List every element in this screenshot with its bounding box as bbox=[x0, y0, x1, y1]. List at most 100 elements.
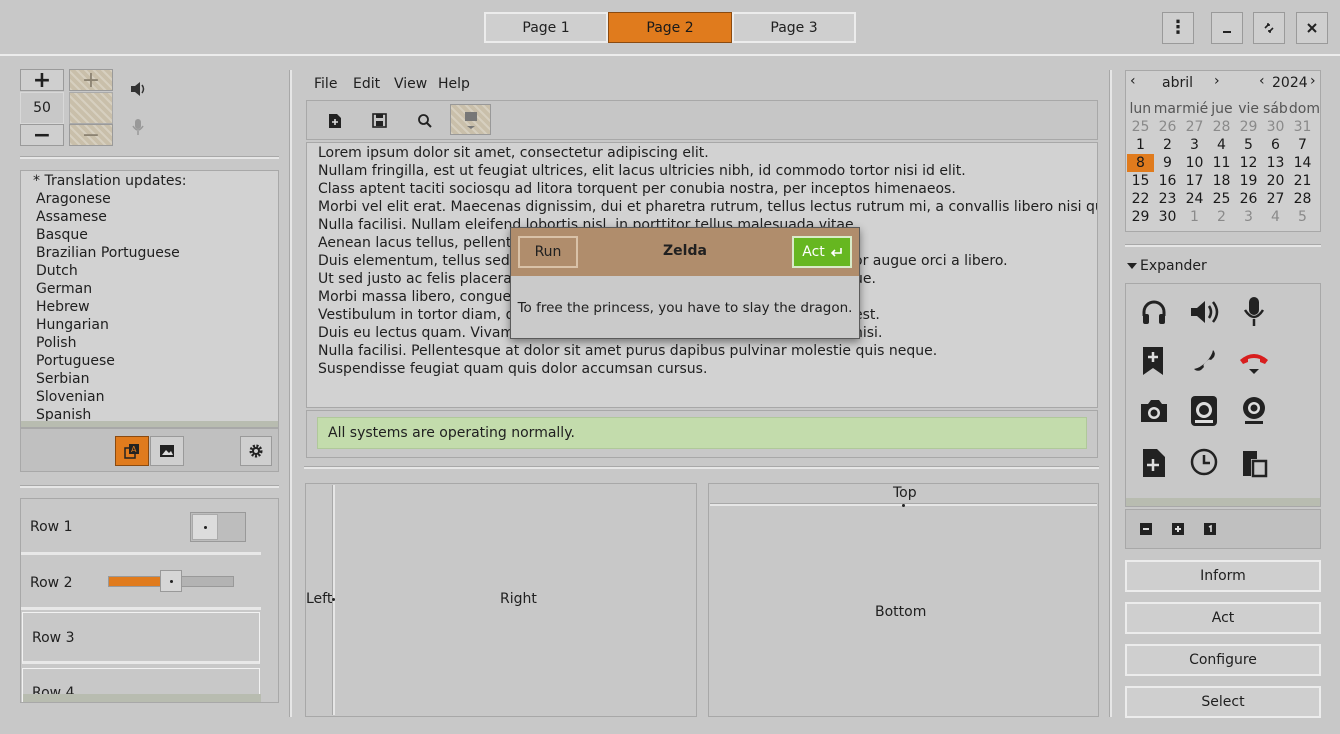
calendar-day[interactable]: 18 bbox=[1208, 172, 1235, 190]
right-pane-separator[interactable] bbox=[1109, 70, 1112, 717]
calendar-day[interactable]: 17 bbox=[1181, 172, 1208, 190]
list-item[interactable]: Polish bbox=[36, 335, 76, 351]
calendar-day[interactable]: 30 bbox=[1262, 118, 1289, 136]
calendar-day[interactable]: 5 bbox=[1235, 136, 1262, 154]
calendar-day[interactable]: 16 bbox=[1154, 172, 1181, 190]
calendar-day[interactable]: 27 bbox=[1262, 190, 1289, 208]
tab-page-1[interactable]: Page 1 bbox=[484, 12, 608, 43]
menu-help[interactable]: Help bbox=[438, 76, 470, 92]
clipboard-paste-icon[interactable] bbox=[1240, 448, 1268, 478]
dialog-act-button[interactable]: Act bbox=[792, 236, 852, 268]
row-4[interactable]: Row 4 bbox=[22, 668, 261, 702]
new-document-icon[interactable] bbox=[328, 113, 342, 129]
list-item[interactable]: Hungarian bbox=[36, 317, 109, 333]
calendar-day[interactable]: 10 bbox=[1181, 154, 1208, 172]
calendar-day[interactable]: 3 bbox=[1181, 136, 1208, 154]
calendar-day[interactable]: 24 bbox=[1181, 190, 1208, 208]
zoom-original-icon[interactable] bbox=[1204, 523, 1216, 535]
menu-view[interactable]: View bbox=[394, 76, 427, 92]
list-item[interactable]: Serbian bbox=[36, 371, 89, 387]
webcam-icon[interactable] bbox=[1240, 396, 1268, 426]
close-button[interactable] bbox=[1296, 12, 1328, 44]
calendar-day[interactable]: 31 bbox=[1289, 118, 1316, 136]
prev-month-button[interactable]: ‹ bbox=[1130, 73, 1136, 89]
clock-icon[interactable] bbox=[1190, 448, 1218, 476]
act-button[interactable]: Act bbox=[1125, 602, 1321, 634]
toggle-switch[interactable] bbox=[190, 512, 246, 542]
save-icon[interactable] bbox=[372, 113, 387, 128]
calendar-day[interactable]: 4 bbox=[1262, 208, 1289, 226]
phone-icon[interactable] bbox=[1191, 348, 1217, 374]
list-item[interactable]: Brazilian Portuguese bbox=[36, 245, 180, 261]
configure-button[interactable]: Configure bbox=[1125, 644, 1321, 676]
slider-track[interactable] bbox=[108, 570, 234, 592]
speaker-icon[interactable] bbox=[1189, 298, 1219, 326]
list-item[interactable]: Portuguese bbox=[36, 353, 115, 369]
calendar-day[interactable]: 25 bbox=[1127, 118, 1154, 136]
calendar-day[interactable]: 1 bbox=[1127, 136, 1154, 154]
calendar-day[interactable]: 15 bbox=[1127, 172, 1154, 190]
calendar-day[interactable]: 23 bbox=[1154, 190, 1181, 208]
prev-year-button[interactable]: ‹ bbox=[1259, 73, 1265, 89]
calendar-day[interactable]: 28 bbox=[1289, 190, 1316, 208]
calendar-day[interactable]: 25 bbox=[1208, 190, 1235, 208]
calendar-day[interactable]: 5 bbox=[1289, 208, 1316, 226]
calendar-day[interactable]: 8 bbox=[1127, 154, 1154, 172]
slider-knob[interactable] bbox=[160, 570, 182, 592]
calendar-day[interactable]: 22 bbox=[1127, 190, 1154, 208]
select-button[interactable]: Select bbox=[1125, 686, 1321, 718]
calendar-day[interactable]: 1 bbox=[1181, 208, 1208, 226]
calendar-day[interactable]: 6 bbox=[1262, 136, 1289, 154]
image-mode-toggle[interactable] bbox=[150, 436, 184, 466]
list-item[interactable]: Aragonese bbox=[36, 191, 111, 207]
tab-page-3[interactable]: Page 3 bbox=[732, 12, 856, 43]
zoom-out-icon[interactable] bbox=[1140, 523, 1152, 535]
list-item[interactable]: German bbox=[36, 281, 92, 297]
calendar-day[interactable]: 19 bbox=[1235, 172, 1262, 190]
calendar-day[interactable]: 2 bbox=[1208, 208, 1235, 226]
headphones-icon[interactable] bbox=[1140, 298, 1168, 326]
list-item[interactable]: Hebrew bbox=[36, 299, 90, 315]
menu-file[interactable]: File bbox=[314, 76, 337, 92]
calendar-day[interactable]: 26 bbox=[1235, 190, 1262, 208]
camera-icon[interactable] bbox=[1139, 398, 1169, 424]
row-1[interactable]: Row 1 bbox=[21, 499, 261, 555]
language-list[interactable]: * Translation updates: Aragonese Assames… bbox=[20, 170, 279, 428]
calendar-day[interactable]: 29 bbox=[1127, 208, 1154, 226]
calendar-day[interactable]: 27 bbox=[1181, 118, 1208, 136]
text-mode-toggle[interactable]: A bbox=[115, 436, 149, 466]
stepper-value[interactable]: 50 bbox=[20, 92, 64, 124]
next-month-button[interactable]: › bbox=[1214, 73, 1220, 89]
calendar-day[interactable]: 29 bbox=[1235, 118, 1262, 136]
calendar-day[interactable]: 9 bbox=[1154, 154, 1181, 172]
next-year-button[interactable]: › bbox=[1310, 73, 1316, 89]
left-pane-separator[interactable] bbox=[289, 70, 292, 717]
row-3[interactable]: Row 3 bbox=[22, 612, 260, 664]
list-item[interactable]: Assamese bbox=[36, 209, 107, 225]
calendar-day[interactable]: 28 bbox=[1208, 118, 1235, 136]
stepper-minus-button[interactable]: − bbox=[20, 123, 64, 148]
microphone-icon[interactable] bbox=[1242, 296, 1266, 328]
calendar-day[interactable]: 2 bbox=[1154, 136, 1181, 154]
calendar-day[interactable]: 26 bbox=[1154, 118, 1181, 136]
menu-edit[interactable]: Edit bbox=[353, 76, 380, 92]
expander-header[interactable]: Expander bbox=[1127, 258, 1207, 274]
speaker-icon[interactable] bbox=[129, 80, 147, 98]
video-camera-icon[interactable] bbox=[1189, 394, 1219, 428]
row-2[interactable]: Row 2 bbox=[21, 556, 261, 610]
call-end-icon[interactable] bbox=[1238, 348, 1270, 376]
maximize-button[interactable] bbox=[1253, 12, 1285, 44]
calendar-day[interactable]: 20 bbox=[1262, 172, 1289, 190]
inform-button[interactable]: Inform bbox=[1125, 560, 1321, 592]
center-divider[interactable] bbox=[304, 466, 1099, 469]
zoom-in-icon[interactable] bbox=[1172, 523, 1184, 535]
calendar-day[interactable]: 30 bbox=[1154, 208, 1181, 226]
document-new-icon[interactable] bbox=[1142, 448, 1166, 478]
bookmark-add-icon[interactable] bbox=[1142, 346, 1164, 376]
list-item[interactable]: Basque bbox=[36, 227, 88, 243]
calendar-day[interactable]: 7 bbox=[1289, 136, 1316, 154]
settings-button[interactable] bbox=[240, 436, 272, 466]
calendar-day[interactable]: 12 bbox=[1235, 154, 1262, 172]
tab-page-2[interactable]: Page 2 bbox=[608, 12, 732, 43]
stepper-plus-button[interactable]: + bbox=[20, 68, 64, 93]
